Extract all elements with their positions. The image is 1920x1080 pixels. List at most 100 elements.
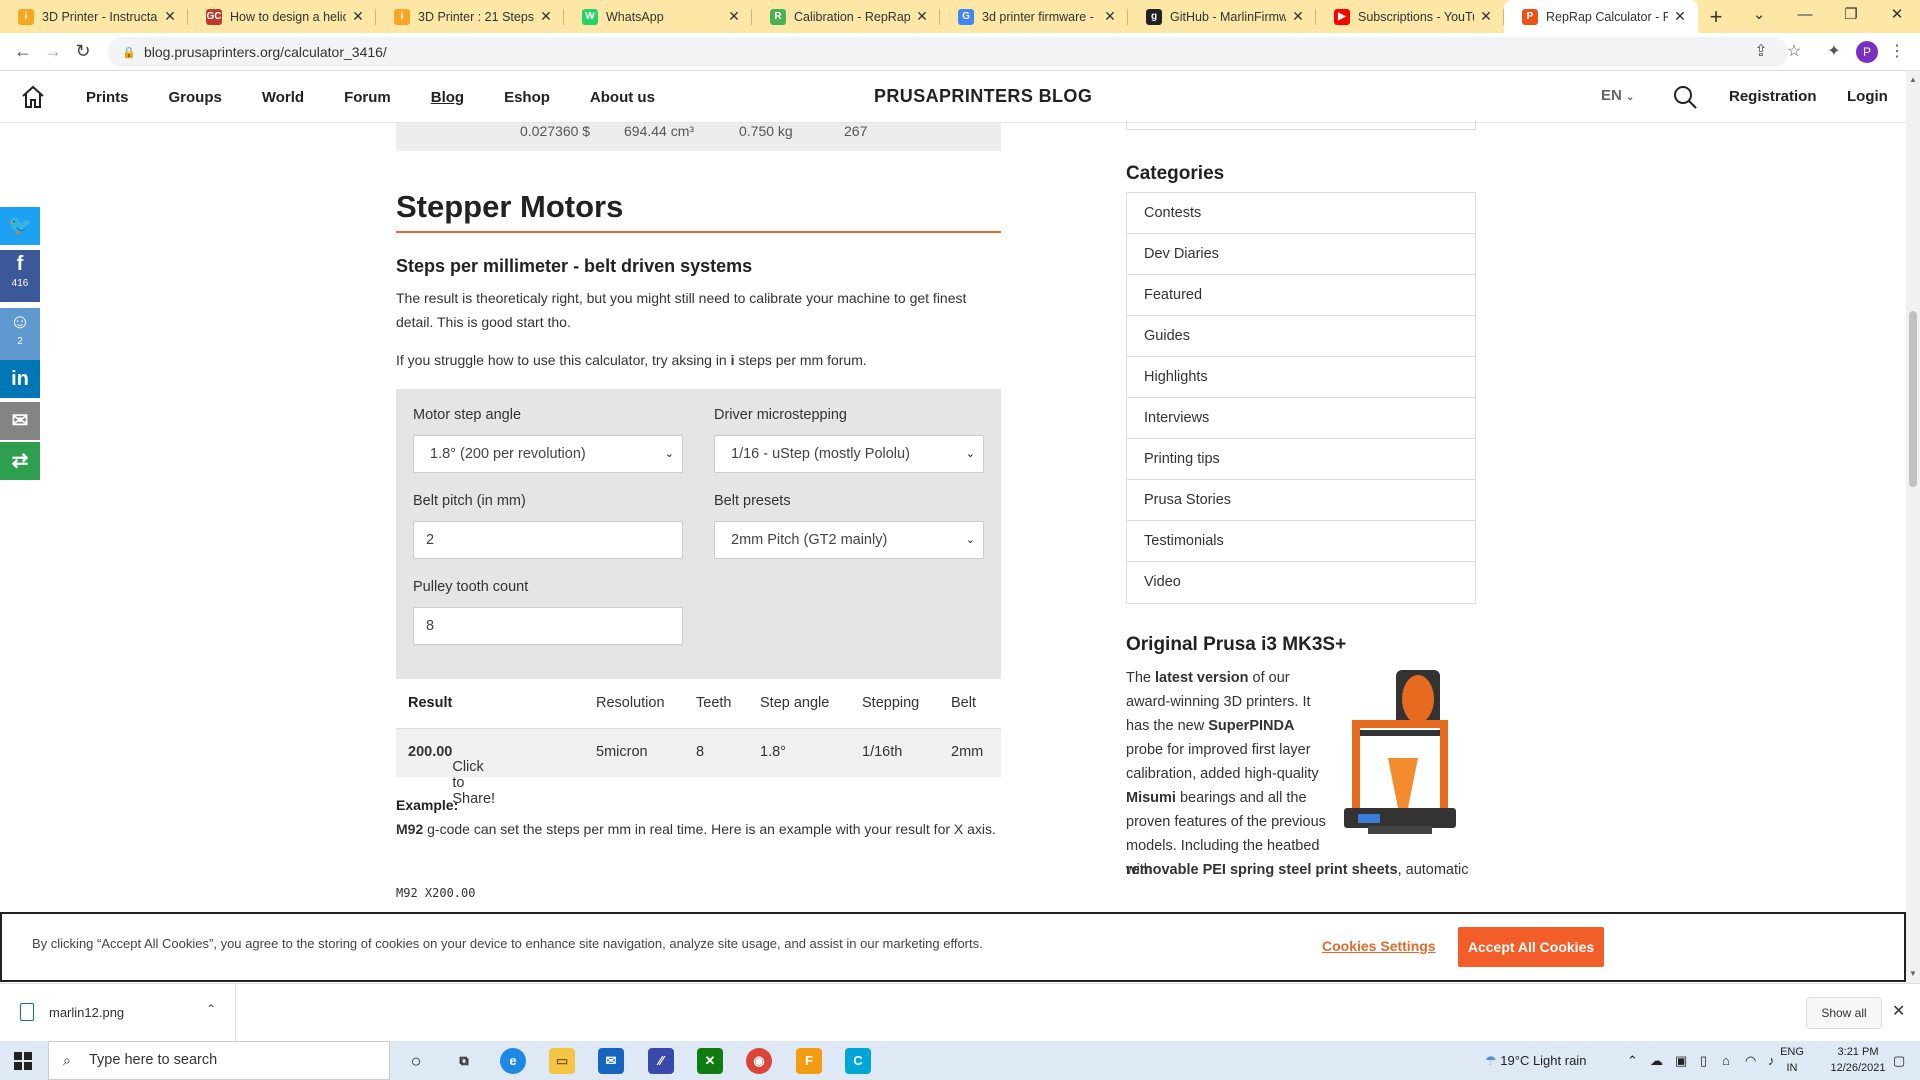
pulley-tooth-input[interactable]: 8 (413, 607, 683, 645)
category-link[interactable]: Printing tips (1127, 439, 1475, 480)
file-explorer-icon[interactable]: ▭ (549, 1048, 575, 1074)
chrome-icon[interactable]: ◉ (746, 1048, 772, 1074)
chevron-up-icon[interactable]: ⌃ (206, 1002, 216, 1016)
registration-link[interactable]: Registration (1729, 88, 1817, 105)
back-icon[interactable]: ← (8, 41, 38, 62)
xbox-icon[interactable]: ✕ (697, 1048, 723, 1074)
edge-icon[interactable]: e (500, 1048, 526, 1074)
accept-cookies-button[interactable]: Accept All Cookies (1458, 927, 1604, 967)
cookies-settings-button[interactable]: Cookies Settings (1322, 938, 1436, 954)
nav-world[interactable]: World (262, 89, 304, 106)
fusion-icon[interactable]: F (796, 1048, 822, 1074)
new-tab-button[interactable]: + (1698, 4, 1734, 30)
tab-search-chevron-icon[interactable]: ⌄ (1736, 0, 1782, 33)
facebook-share-button[interactable]: f 416 (0, 250, 40, 302)
browser-tab[interactable]: ▶ Subscriptions - YouTu ✕ (1316, 0, 1504, 33)
scrollbar-thumb[interactable] (1909, 311, 1917, 487)
show-all-button[interactable]: Show all (1806, 997, 1882, 1029)
reload-icon[interactable]: ↻ (68, 41, 98, 62)
close-tab-icon[interactable]: ✕ (1290, 8, 1306, 25)
category-link[interactable]: Contests (1127, 193, 1475, 234)
cortana-icon[interactable]: ○ (403, 1048, 429, 1074)
browser-tab[interactable]: W WhatsApp ✕ (564, 0, 752, 33)
category-link[interactable]: Guides (1127, 316, 1475, 357)
nav-about-us[interactable]: About us (590, 89, 655, 106)
browser-tab[interactable]: GC How to design a helic ✕ (188, 0, 376, 33)
maximize-button[interactable]: ❐ (1828, 0, 1874, 33)
meet-now-icon[interactable]: ▣ (1675, 1041, 1687, 1080)
browser-tab[interactable]: i 3D Printer - Instructab ✕ (0, 0, 188, 33)
task-view-icon[interactable]: ⧉ (451, 1048, 477, 1074)
nav-eshop[interactable]: Eshop (504, 89, 550, 106)
clock[interactable]: 3:21 PM 12/26/2021 (1822, 1044, 1894, 1076)
close-tab-icon[interactable]: ✕ (350, 8, 366, 25)
belt-presets-select[interactable]: 2mm Pitch (GT2 mainly) ⌄ (714, 521, 984, 559)
mail-icon[interactable]: ✉ (598, 1048, 624, 1074)
result-share-link[interactable]: 200.00 Click to Share! (408, 744, 495, 807)
more-share-button[interactable]: ⇄ (0, 442, 40, 480)
search-icon[interactable] (1672, 84, 1698, 110)
network-icon[interactable]: ⌂ (1722, 1041, 1730, 1080)
close-tab-icon[interactable]: ✕ (1102, 8, 1118, 25)
wifi-icon[interactable]: ◠ (1745, 1041, 1756, 1080)
address-bar[interactable]: 🔒 blog.prusaprinters.org/calculator_3416… (108, 37, 1788, 67)
bookmark-star-icon[interactable]: ☆ (1779, 37, 1809, 67)
browser-tab[interactable]: G 3d printer firmware - G ✕ (940, 0, 1128, 33)
nav-blog[interactable]: Blog (431, 89, 464, 106)
close-tab-icon[interactable]: ✕ (1478, 8, 1494, 25)
cura-icon[interactable]: C (845, 1048, 871, 1074)
browser-tab[interactable]: R Calibration - RepRap ✕ (752, 0, 940, 33)
onedrive-icon[interactable]: ☁ (1650, 1041, 1663, 1080)
nav-forum[interactable]: Forum (344, 89, 391, 106)
close-tab-icon[interactable]: ✕ (1672, 8, 1688, 25)
browser-tab[interactable]: i 3D Printer : 21 Steps - ✕ (376, 0, 564, 33)
notification-icon[interactable]: ▢ (1893, 1041, 1905, 1080)
download-item[interactable]: marlin12.png ⌃ (0, 984, 236, 1042)
language-selector[interactable]: EN ⌄ (1601, 87, 1634, 104)
close-tab-icon[interactable]: ✕ (726, 8, 742, 25)
minimize-button[interactable]: — (1782, 0, 1828, 33)
windows-start-icon[interactable] (14, 1052, 32, 1070)
linkedin-share-button[interactable]: in (0, 360, 40, 398)
nav-groups[interactable]: Groups (169, 89, 222, 106)
close-tab-icon[interactable]: ✕ (162, 8, 178, 25)
close-tab-icon[interactable]: ✕ (538, 8, 554, 25)
battery-icon[interactable]: ▯ (1700, 1041, 1707, 1080)
printer-image[interactable] (1338, 668, 1462, 840)
browser-tab[interactable]: g GitHub - MarlinFirmw ✕ (1128, 0, 1316, 33)
close-window-button[interactable]: ✕ (1874, 0, 1920, 33)
email-share-button[interactable]: ✉ (0, 402, 40, 440)
category-link[interactable]: Testimonials (1127, 521, 1475, 562)
promo-title[interactable]: Original Prusa i3 MK3S+ (1126, 634, 1346, 656)
category-link[interactable]: Prusa Stories (1127, 480, 1475, 521)
tray-chevron-icon[interactable]: ⌃ (1627, 1041, 1638, 1080)
category-link[interactable]: Video (1127, 562, 1475, 603)
forum-text-post[interactable]: steps per mm forum. (735, 352, 866, 368)
home-icon[interactable] (20, 84, 46, 110)
url-text[interactable]: blog.prusaprinters.org/calculator_3416/ (144, 44, 387, 60)
category-link[interactable]: Highlights (1127, 357, 1475, 398)
step-angle-select[interactable]: 1.8° (200 per revolution) ⌄ (413, 435, 683, 473)
extensions-icon[interactable]: ✦ (1819, 37, 1849, 67)
category-link[interactable]: Interviews (1127, 398, 1475, 439)
forward-icon[interactable]: → (38, 41, 68, 62)
weather-widget[interactable]: ☂ 19°C Light rain (1485, 1041, 1586, 1080)
login-link[interactable]: Login (1847, 88, 1888, 105)
page-scrollbar[interactable]: ▲ ▼ (1906, 71, 1920, 983)
profile-avatar[interactable]: P (1856, 41, 1878, 63)
twitter-share-button[interactable]: 🐦 (0, 207, 40, 245)
category-link[interactable]: Dev Diaries (1127, 234, 1475, 275)
belt-pitch-input[interactable]: 2 (413, 521, 683, 559)
site-brand[interactable]: PRUSAPRINTERS BLOG (874, 86, 1092, 107)
app-icon[interactable]: ⁄⁄ (648, 1048, 674, 1074)
scroll-up-icon[interactable]: ▲ (1906, 75, 1920, 84)
reddit-share-button[interactable]: ☺ 2 (0, 308, 40, 360)
share-icon[interactable]: ⇪ (1746, 37, 1776, 67)
language-indicator[interactable]: ENG IN (1774, 1044, 1810, 1076)
nav-prints[interactable]: Prints (86, 89, 129, 106)
taskbar-search[interactable]: ⌕ Type here to search (48, 1041, 390, 1080)
close-icon[interactable]: ✕ (1892, 1001, 1905, 1021)
category-link[interactable]: Featured (1127, 275, 1475, 316)
menu-kebab-icon[interactable]: ⋮ (1882, 37, 1912, 67)
close-tab-icon[interactable]: ✕ (914, 8, 930, 25)
